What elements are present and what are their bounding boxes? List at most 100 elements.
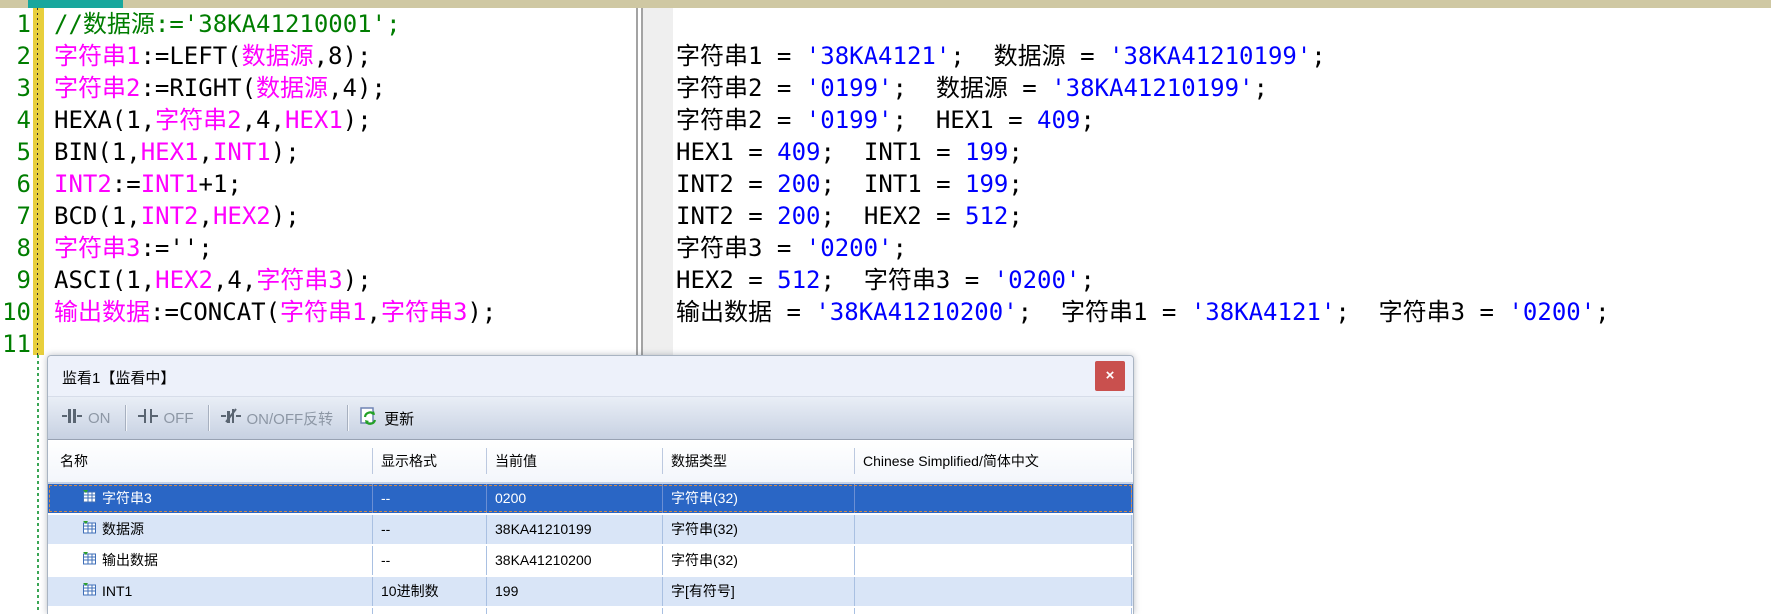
column-header-4[interactable]: 数据类型 — [663, 448, 855, 474]
code-segment: ); — [271, 138, 300, 166]
code-segment: 数据源 — [242, 42, 314, 70]
cell-value: 199 — [487, 577, 663, 606]
code-segment: ); — [343, 106, 372, 134]
monitor-segment: ; — [1008, 202, 1037, 230]
column-header-3[interactable]: 当前值 — [487, 448, 663, 474]
code-segment: := — [112, 170, 141, 198]
code-segment: INT1 — [141, 170, 199, 198]
toolbar-button-off[interactable]: OFF — [138, 407, 194, 429]
monitor-segment: 字符串1 = — [676, 42, 806, 70]
watch-table-row[interactable]: INT110进制数199字[有符号] — [48, 577, 1133, 606]
monitor-line: 字符串3 = '0200'; — [676, 232, 1771, 264]
code-line: BIN(1,HEX1,INT1); — [54, 136, 634, 168]
watch-table-row[interactable]: 数据源--38KA41210199字符串(32) — [48, 515, 1133, 544]
column-header-5[interactable]: Chinese Simplified/简体中文 — [855, 448, 1132, 474]
code-segment: HEX2 — [213, 202, 271, 230]
cell-type: 字符串(32) — [663, 484, 855, 513]
watch-table-row[interactable]: 字符串3--0200字符串(32) — [48, 484, 1133, 513]
monitor-segment: '38KA4121' — [1191, 298, 1336, 326]
cell-type: 字符串(32) — [663, 546, 855, 575]
monitor-segment: ; HEX2 = — [821, 202, 966, 230]
code-segment: HEX2 — [155, 266, 213, 294]
monitor-segment: HEX1 = — [676, 138, 777, 166]
column-header-2[interactable]: 显示格式 — [373, 448, 487, 474]
column-header-1[interactable]: 名称 — [48, 448, 373, 474]
monitor-segment: ; 字符串1 = — [1018, 298, 1191, 326]
monitor-segment: HEX2 = — [676, 266, 777, 294]
cell-name-wrap: 字符串3 — [48, 484, 373, 513]
cell-value: 38KA41210200 — [487, 546, 663, 575]
code-segment: , — [199, 202, 213, 230]
code-segment: ASCI(1, — [54, 266, 155, 294]
watch-window-titlebar[interactable]: 监看1【监看中】 × — [48, 356, 1133, 397]
toolbar-separator — [125, 405, 126, 431]
code-segment: +1; — [199, 170, 242, 198]
monitor-segment: 字符串2 = — [676, 74, 806, 102]
line-number: 6 — [0, 168, 31, 200]
cell-type: 字符串(32) — [663, 515, 855, 544]
toolbar-button-on-off-[interactable]: ON/OFF反转 — [221, 407, 334, 429]
watch-table-row[interactable]: 输出数据--38KA41210200字符串(32) — [48, 546, 1133, 575]
device-icon — [82, 515, 97, 544]
code-line: BCD(1,INT2,HEX2); — [54, 200, 634, 232]
monitor-line: INT2 = 200; INT1 = 199; — [676, 168, 1771, 200]
off-contact-icon — [138, 407, 158, 429]
monitor-segment: ; 字符串3 = — [821, 266, 994, 294]
monitor-segment: ; — [1080, 106, 1109, 134]
code-segment: HEXA(1, — [54, 106, 155, 134]
code-segment: INT1 — [213, 138, 271, 166]
code-segment: BIN(1, — [54, 138, 141, 166]
watch-toolbar: ON OFF ON/OFF反转 更新 — [48, 397, 1133, 440]
code-segment: :=''; — [140, 234, 212, 262]
cell-format — [373, 608, 487, 614]
code-segment: 字符串3 — [256, 266, 342, 294]
line-number: 7 — [0, 200, 31, 232]
monitor-segment: 512 — [965, 202, 1008, 230]
code-segment: ); — [467, 298, 496, 326]
code-line: ASCI(1,HEX2,4,字符串3); — [54, 264, 634, 296]
monitor-line: INT2 = 200; HEX2 = 512; — [676, 200, 1771, 232]
toolbar-button-on[interactable]: ON — [62, 407, 111, 429]
toolbar-separator — [208, 405, 209, 431]
line-number: 9 — [0, 264, 31, 296]
code-segment: , — [367, 298, 381, 326]
device-icon — [82, 577, 97, 606]
code-line: INT2:=INT1+1; — [54, 168, 634, 200]
code-segment: ,4, — [242, 106, 285, 134]
code-line: 字符串3:=''; — [54, 232, 634, 264]
monitor-line: 输出数据 = '38KA41210200'; 字符串1 = '38KA4121'… — [676, 296, 1771, 328]
editor-top-border-accent — [28, 0, 123, 8]
watch-window: 监看1【监看中】 × ON OFF ON/OFF反转 更新 名称显示格式当前值数据类型… — [47, 355, 1134, 614]
monitor-segment: 199 — [965, 138, 1008, 166]
onoff-invert-icon — [221, 407, 241, 429]
code-segment: ,8); — [314, 42, 372, 70]
monitor-segment: ; 字符串3 = — [1335, 298, 1508, 326]
close-icon[interactable]: × — [1095, 361, 1125, 391]
line-number: 4 — [0, 104, 31, 136]
cell-name: 数据源 — [102, 515, 144, 544]
watch-table-header: 名称显示格式当前值数据类型Chinese Simplified/简体中文 — [48, 440, 1133, 484]
cell-name-wrap: INT1 — [48, 577, 373, 606]
code-segment: 字符串3 — [381, 298, 467, 326]
monitor-segment: '38KA41210199' — [1109, 42, 1311, 70]
monitor-line: HEX2 = 512; 字符串3 = '0200'; — [676, 264, 1771, 296]
monitor-segment: '0200' — [1508, 298, 1595, 326]
code-segment: 字符串1 — [280, 298, 366, 326]
breakpoint-margin[interactable] — [33, 8, 44, 355]
code-segment: ,4); — [328, 74, 386, 102]
monitor-segment: 字符串2 = — [676, 106, 806, 134]
code-line: 字符串2:=RIGHT(数据源,4); — [54, 72, 634, 104]
monitor-segment: ; INT1 = — [821, 138, 966, 166]
cell-name: 输出数据 — [102, 546, 158, 575]
toolbar-button-label: ON — [88, 410, 111, 427]
watch-table-empty-row[interactable] — [48, 608, 1133, 614]
code-segment: :=CONCAT( — [150, 298, 280, 326]
toolbar-button--[interactable]: 更新 — [360, 407, 414, 429]
monitor-segment: 输出数据 = — [676, 298, 815, 326]
editor-top-border — [0, 0, 1771, 8]
monitor-segment: ; — [1008, 138, 1037, 166]
st-code-editor[interactable]: //数据源:='38KA41210001';字符串1:=LEFT(数据源,8);… — [54, 8, 634, 360]
on-contact-icon — [62, 407, 82, 429]
cell-format: 10进制数 — [373, 577, 487, 606]
cell-name: INT1 — [102, 577, 132, 606]
